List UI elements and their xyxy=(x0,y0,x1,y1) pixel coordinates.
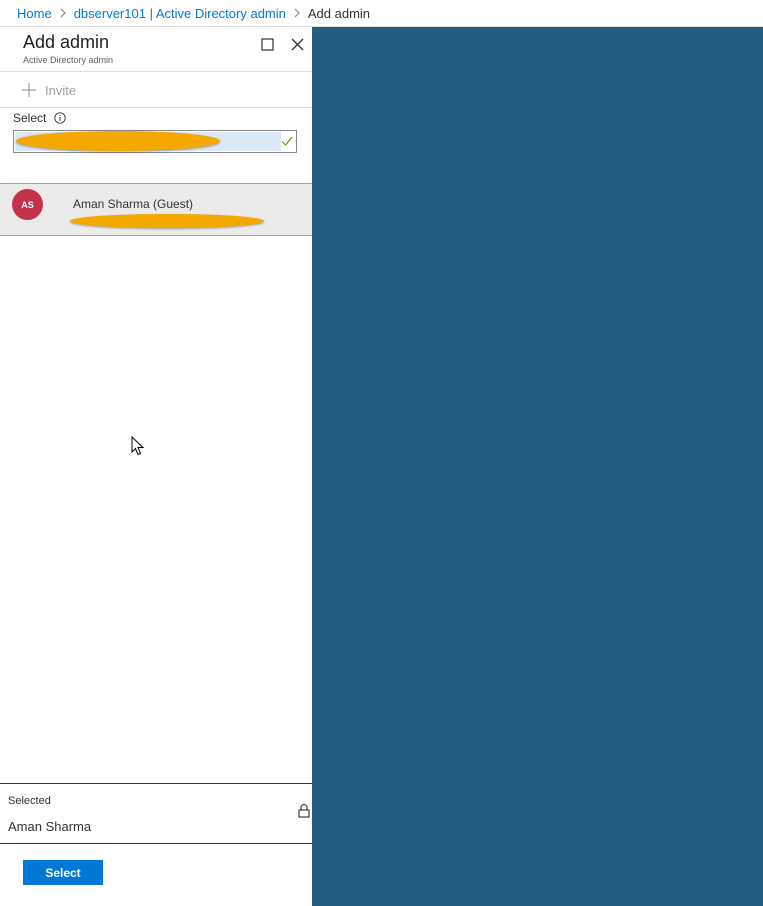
close-icon xyxy=(291,38,303,50)
breadcrumb-server-link[interactable]: dbserver101 | Active Directory admin xyxy=(74,6,286,21)
check-icon xyxy=(281,136,293,146)
maximize-icon xyxy=(260,37,274,51)
overlay-backdrop[interactable] xyxy=(312,27,763,906)
selected-label: Selected xyxy=(8,795,51,807)
chevron-right-icon xyxy=(52,0,74,27)
blade-header: Add admin Active Directory admin xyxy=(0,27,312,72)
breadcrumb-home-link[interactable]: Home xyxy=(17,6,52,21)
close-button[interactable] xyxy=(288,35,306,53)
list-item[interactable]: AS Aman Sharma (Guest) xyxy=(0,183,312,236)
info-icon[interactable] xyxy=(54,112,67,124)
select-label-text: Select xyxy=(13,111,47,125)
lock-icon xyxy=(298,804,310,818)
add-admin-blade: Add admin Active Directory admin Invite … xyxy=(0,27,312,906)
selected-value: Aman Sharma xyxy=(8,819,92,834)
plus-icon xyxy=(22,83,36,97)
breadcrumb: Home dbserver101 | Active Directory admi… xyxy=(0,0,763,27)
select-button[interactable]: Select xyxy=(23,860,103,885)
mouse-cursor-icon xyxy=(131,436,144,456)
selected-section: Selected Aman Sharma xyxy=(0,783,312,844)
breadcrumb-current: Add admin xyxy=(307,5,371,21)
chevron-right-icon xyxy=(286,0,308,27)
invite-label: Invite xyxy=(45,82,77,98)
result-name: Aman Sharma (Guest) xyxy=(73,197,194,211)
maximize-button[interactable] xyxy=(258,35,276,53)
blade-title: Add admin xyxy=(23,32,110,52)
redaction-mark xyxy=(70,214,264,228)
invite-button[interactable]: Invite xyxy=(22,83,76,98)
select-field-label: Select xyxy=(13,111,67,125)
avatar: AS xyxy=(12,189,43,220)
blade-toolbar: Invite xyxy=(0,73,312,108)
blade-subtitle: Active Directory admin xyxy=(23,55,114,65)
redaction-mark xyxy=(16,131,220,151)
